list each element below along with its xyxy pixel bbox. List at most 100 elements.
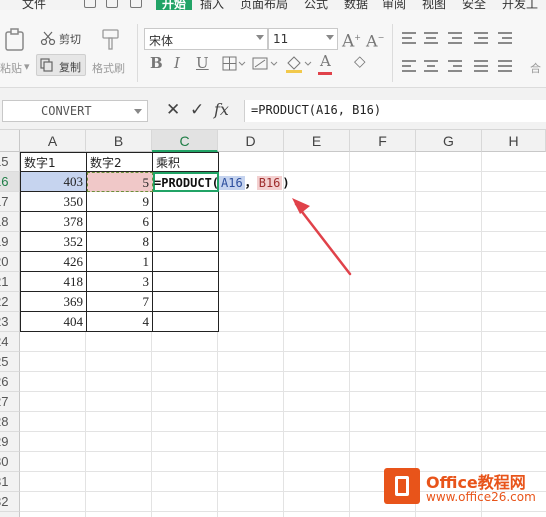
row-header-22[interactable]: 22 xyxy=(0,292,20,312)
column-header-d[interactable]: D xyxy=(218,130,284,152)
column-header-g[interactable]: G xyxy=(416,130,482,152)
increase-font-icon[interactable]: A+ xyxy=(342,30,361,50)
menu-file[interactable]: 文件 xyxy=(22,0,46,10)
row-header-28[interactable]: 28 xyxy=(0,412,20,432)
fill-color-icon[interactable] xyxy=(284,54,312,74)
paste-dropdown-icon[interactable]: ▾ xyxy=(24,60,30,73)
tab-insert[interactable]: 插入 xyxy=(200,0,224,10)
office-logo-icon xyxy=(384,468,420,504)
row-header-30[interactable]: 30 xyxy=(0,452,20,472)
cell-a15[interactable]: 数字1 xyxy=(20,152,87,172)
format-painter-icon[interactable] xyxy=(100,28,122,52)
row-header-27[interactable]: 27 xyxy=(0,392,20,412)
clear-format-icon[interactable]: ◇ xyxy=(354,54,366,69)
row-header-24[interactable]: 24 xyxy=(0,332,20,352)
cell-c18[interactable] xyxy=(153,212,219,232)
cell-b19[interactable]: 8 xyxy=(87,232,153,252)
row-header-16[interactable]: 16 xyxy=(0,172,20,192)
row-header-18[interactable]: 18 xyxy=(0,212,20,232)
font-name-select[interactable]: 宋体 xyxy=(144,28,268,50)
tab-review[interactable]: 审阅 xyxy=(382,0,406,10)
column-header-e[interactable]: E xyxy=(284,130,350,152)
cell-a17[interactable]: 350 xyxy=(20,192,87,212)
column-header-c[interactable]: C xyxy=(152,130,218,152)
cell-a18[interactable]: 378 xyxy=(20,212,87,232)
tab-security[interactable]: 安全 xyxy=(462,0,486,10)
row-header-31[interactable]: 31 xyxy=(0,472,20,492)
row-header-17[interactable]: 17 xyxy=(0,192,20,212)
borders-icon[interactable] xyxy=(222,56,246,72)
confirm-icon[interactable]: ✓ xyxy=(190,101,204,119)
chevron-down-icon xyxy=(256,35,264,40)
cell-b16[interactable]: 5 xyxy=(87,172,153,192)
cell-c17[interactable] xyxy=(153,192,219,212)
fill-style-icon[interactable] xyxy=(252,56,278,72)
format-painter-label[interactable]: 格式刷 xyxy=(92,60,125,76)
font-size-select[interactable]: 11 xyxy=(268,28,338,50)
select-all-corner[interactable] xyxy=(0,130,20,152)
column-header-b[interactable]: B xyxy=(86,130,152,152)
formula-ref-b16: B16 xyxy=(256,176,283,190)
name-box[interactable]: CONVERT xyxy=(2,100,148,122)
tab-developer[interactable]: 开发工 xyxy=(502,0,538,10)
row-header-19[interactable]: 19 xyxy=(0,232,20,252)
cell-c21[interactable] xyxy=(153,272,219,292)
cell-c19[interactable] xyxy=(153,232,219,252)
bold-icon[interactable]: B xyxy=(150,56,163,71)
ribbon-separator xyxy=(392,24,393,82)
cell-b20[interactable]: 1 xyxy=(87,252,153,272)
paste-icon[interactable] xyxy=(4,28,26,52)
font-color-icon[interactable]: A xyxy=(320,54,331,69)
name-box-value: CONVERT xyxy=(41,104,92,118)
copy-button[interactable]: 复制 xyxy=(36,54,86,76)
cell-a19[interactable]: 352 xyxy=(20,232,87,252)
insert-function-icon[interactable]: fx xyxy=(214,101,229,119)
italic-icon[interactable]: I xyxy=(174,56,180,71)
formula-input[interactable]: =PRODUCT(A16, B16) xyxy=(244,100,546,122)
cell-a22[interactable]: 369 xyxy=(20,292,87,312)
cell-b15[interactable]: 数字2 xyxy=(87,152,153,172)
row-header-25[interactable]: 25 xyxy=(0,352,20,372)
cell-a16[interactable]: 403 xyxy=(20,172,87,192)
cell-b17[interactable]: 9 xyxy=(87,192,153,212)
cell-a20[interactable]: 426 xyxy=(20,252,87,272)
tab-page-layout[interactable]: 页面布局 xyxy=(240,0,288,10)
row-header-26[interactable]: 26 xyxy=(0,372,20,392)
column-header-a[interactable]: A xyxy=(20,130,86,152)
cell-c23[interactable] xyxy=(153,312,219,332)
row-header-23[interactable]: 23 xyxy=(0,312,20,332)
merge-center-button[interactable]: 合 xyxy=(530,60,541,76)
cell-c15[interactable]: 乘积 xyxy=(153,152,219,172)
cut-button[interactable]: 剪切 xyxy=(59,31,81,47)
tab-view[interactable]: 视图 xyxy=(422,0,446,10)
cancel-icon[interactable]: ✕ xyxy=(166,101,180,119)
cell-b22[interactable]: 7 xyxy=(87,292,153,312)
underline-icon[interactable]: U xyxy=(196,56,209,71)
tab-data[interactable]: 数据 xyxy=(344,0,368,10)
cell-c22[interactable] xyxy=(153,292,219,312)
font-color-swatch xyxy=(318,72,332,75)
cell-a21[interactable]: 418 xyxy=(20,272,87,292)
cell-b21[interactable]: 3 xyxy=(87,272,153,292)
column-header-h[interactable]: H xyxy=(482,130,546,152)
row-header-15[interactable]: 15 xyxy=(0,152,20,172)
print-icon[interactable] xyxy=(106,0,118,8)
formula-ref-a16: A16 xyxy=(219,176,245,190)
row-header-33[interactable]: 33 xyxy=(0,512,20,517)
column-header-f[interactable]: F xyxy=(350,130,416,152)
print-preview-icon[interactable] xyxy=(130,0,142,8)
tab-home[interactable]: 开始 xyxy=(156,0,193,10)
row-header-29[interactable]: 29 xyxy=(0,432,20,452)
cell-b23[interactable]: 4 xyxy=(87,312,153,332)
tab-formulas[interactable]: 公式 xyxy=(304,0,328,10)
row-header-32[interactable]: 32 xyxy=(0,492,20,512)
cell-b18[interactable]: 6 xyxy=(87,212,153,232)
scissors-icon[interactable] xyxy=(40,31,56,45)
cell-c20[interactable] xyxy=(153,252,219,272)
paste-label[interactable]: 粘贴 xyxy=(0,60,22,76)
row-header-20[interactable]: 20 xyxy=(0,252,20,272)
save-icon[interactable] xyxy=(84,0,96,8)
decrease-font-icon[interactable]: A− xyxy=(366,30,384,49)
row-header-21[interactable]: 21 xyxy=(0,272,20,292)
cell-a23[interactable]: 404 xyxy=(20,312,87,332)
